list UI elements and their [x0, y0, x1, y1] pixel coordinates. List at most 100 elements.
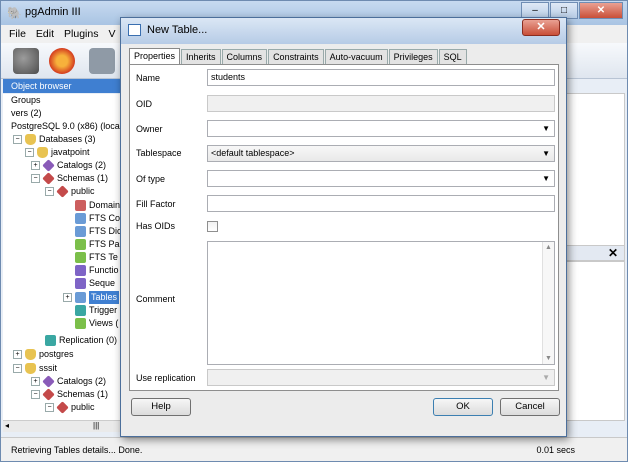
elephant-icon: 🐘 [7, 6, 22, 20]
sql-pane [561, 261, 625, 421]
menu-plugins[interactable]: Plugins [64, 25, 98, 43]
use-replication-label: Use replication [136, 373, 196, 383]
tree-item-databases[interactable]: − Databases (3) [13, 133, 96, 146]
view-icon [75, 318, 86, 329]
database-icon [37, 147, 48, 158]
new-table-dialog: New Table... ✕ Properties Inherits Colum… [120, 17, 567, 437]
tab-columns[interactable]: Columns [221, 49, 268, 65]
schema-icon [42, 172, 55, 185]
help-button[interactable]: Help [131, 398, 191, 416]
object-icon[interactable] [89, 48, 115, 74]
close-icon[interactable]: ✕ [608, 246, 618, 260]
schema-icon [56, 185, 69, 198]
comment-textarea[interactable]: ▲ ▼ [207, 241, 555, 365]
tab-properties[interactable]: Properties [129, 48, 181, 65]
has-oids-label: Has OIDs [136, 221, 176, 231]
tree-item[interactable]: vers (2) [11, 107, 42, 120]
status-message: Retrieving Tables details... Done. [11, 445, 143, 455]
tree-item-trigger-functions[interactable]: Trigger [75, 304, 117, 317]
tree-item-javatpoint[interactable]: − javatpoint [25, 146, 90, 159]
status-time: 0.01 secs [536, 445, 575, 455]
domain-icon [75, 200, 86, 211]
fill-factor-field[interactable] [207, 195, 555, 212]
tree-item-tables[interactable]: + Tables [63, 291, 120, 304]
close-button[interactable]: ✕ [579, 2, 623, 19]
dialog-close-button[interactable]: ✕ [522, 19, 560, 36]
has-oids-checkbox[interactable] [207, 221, 218, 232]
tree-item-public[interactable]: − public [45, 401, 95, 414]
tab-constraints[interactable]: Constraints [268, 49, 324, 65]
tree-item-fts-templates[interactable]: FTS Te [75, 251, 118, 264]
tab-auto-vacuum[interactable]: Auto-vacuum [324, 49, 388, 65]
tree-item-fts-parsers[interactable]: FTS Pa [75, 238, 120, 251]
menu-edit[interactable]: Edit [36, 25, 54, 43]
tablespace-select[interactable]: <default tablespace> ▼ [207, 145, 555, 162]
dropdown-arrow-icon: ▼ [542, 124, 550, 133]
tree-item[interactable]: PostgreSQL 9.0 (x86) (local [11, 120, 122, 133]
tree-item-replication[interactable]: Replication (0) [45, 334, 117, 347]
tree-item-schemas[interactable]: − Schemas (1) [31, 388, 108, 401]
connect-plug-icon[interactable] [13, 48, 39, 74]
scroll-down-icon[interactable]: ▼ [543, 355, 554, 362]
of-type-label: Of type [136, 174, 166, 184]
dropdown-arrow-icon: ▼ [542, 149, 550, 158]
trigger-icon [75, 305, 86, 316]
object-browser-tree: Groups vers (2) PostgreSQL 9.0 (x86) (lo… [3, 94, 123, 420]
scroll-grip-icon: ||| [93, 421, 100, 430]
tree-item-schemas[interactable]: − Schemas (1) [31, 172, 108, 185]
of-type-select[interactable]: ▼ [207, 170, 555, 187]
owner-label: Owner [136, 124, 163, 134]
cancel-button[interactable]: Cancel [500, 398, 560, 416]
tree-item-views[interactable]: Views ( [75, 317, 118, 330]
tab-privileges[interactable]: Privileges [388, 49, 438, 65]
function-icon [75, 265, 86, 276]
fill-factor-label: Fill Factor [136, 199, 176, 209]
schema-icon [56, 401, 69, 414]
expand-icon[interactable]: + [13, 350, 22, 359]
comment-scrollbar[interactable]: ▲ ▼ [542, 242, 554, 364]
collapse-icon[interactable]: − [25, 148, 34, 157]
dialog-title-bar[interactable]: New Table... ✕ [121, 18, 566, 44]
tree-item[interactable]: Groups [11, 94, 41, 107]
collapse-icon[interactable]: − [45, 187, 54, 196]
ok-button[interactable]: OK [433, 398, 493, 416]
name-label: Name [136, 73, 161, 83]
collapse-icon[interactable]: − [13, 135, 22, 144]
expand-icon[interactable]: + [31, 161, 40, 170]
tree-horizontal-scrollbar[interactable]: ◂ ||| [3, 420, 123, 432]
refresh-icon[interactable] [49, 48, 75, 74]
expand-icon[interactable]: + [31, 377, 40, 386]
tree-item-fts-configurations[interactable]: FTS Co [75, 212, 120, 225]
tree-item-catalogs[interactable]: + Catalogs (2) [31, 375, 106, 388]
tab-sql[interactable]: SQL [438, 49, 467, 65]
collapse-icon[interactable]: − [31, 174, 40, 183]
tablespace-label: Tablespace [136, 148, 182, 158]
fts-template-icon [75, 252, 86, 263]
menu-file[interactable]: File [9, 25, 26, 43]
tree-item-catalogs[interactable]: + Catalogs (2) [31, 159, 106, 172]
menu-view[interactable]: V [108, 25, 115, 43]
sequence-icon [75, 278, 86, 289]
scroll-left-icon[interactable]: ◂ [5, 421, 9, 430]
tree-item-domains[interactable]: Domain [75, 199, 120, 212]
name-field[interactable]: students [207, 69, 555, 86]
expand-icon[interactable]: + [63, 293, 72, 302]
scroll-up-icon[interactable]: ▲ [543, 244, 554, 251]
tree-item-postgres[interactable]: + postgres [13, 348, 74, 361]
comment-label: Comment [136, 294, 176, 304]
tab-inherits[interactable]: Inherits [181, 49, 221, 65]
collapse-icon[interactable]: − [13, 364, 22, 373]
tree-item-functions[interactable]: Functio [75, 264, 119, 277]
replication-icon [45, 335, 56, 346]
schema-icon [42, 388, 55, 401]
table-icon [128, 24, 141, 36]
window-title: pgAdmin III [25, 6, 81, 18]
collapse-icon[interactable]: − [31, 390, 40, 399]
tree-item-sequences[interactable]: Seque [75, 277, 115, 290]
collapse-icon[interactable]: − [45, 403, 54, 412]
fts-parser-icon [75, 239, 86, 250]
tree-item-public[interactable]: − public [45, 185, 95, 198]
tree-item-sssit[interactable]: − sssit [13, 362, 57, 375]
tree-item-fts-dictionaries[interactable]: FTS Dic [75, 225, 122, 238]
owner-select[interactable]: ▼ [207, 120, 555, 137]
